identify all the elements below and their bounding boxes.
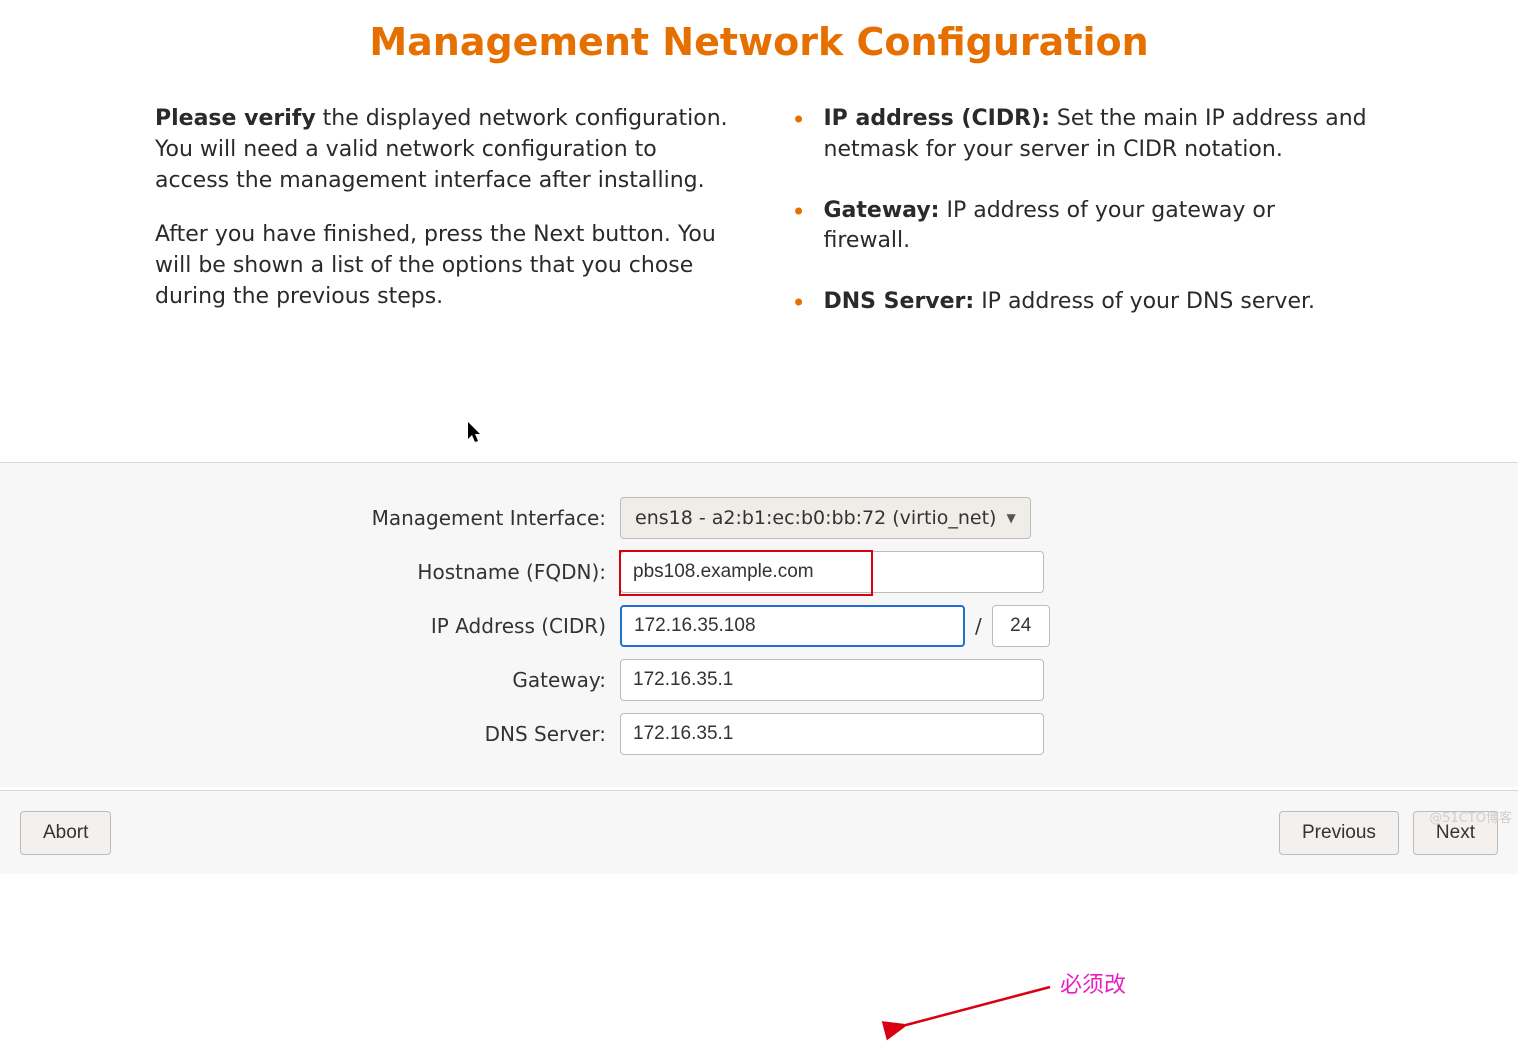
watermark-text: @51CTO博客 <box>1429 807 1512 826</box>
label-ip: IP Address (CIDR) <box>0 614 620 638</box>
label-hostname: Hostname (FQDN): <box>0 560 620 584</box>
cursor-icon <box>468 422 484 449</box>
cidr-slash: / <box>975 614 982 638</box>
gateway-input[interactable] <box>620 659 1044 701</box>
info-p1: Please verify the displayed network conf… <box>155 104 732 196</box>
interface-dropdown[interactable]: ens18 - a2:b1:ec:b0:bb:72 (virtio_net) ▼ <box>620 497 1031 539</box>
info-bullet-gateway: Gateway: IP address of your gateway or f… <box>792 196 1369 258</box>
annotation-overlay: 必须改 <box>900 1005 1060 1059</box>
row-gateway: Gateway: <box>0 653 1518 707</box>
row-ip: IP Address (CIDR) / <box>0 599 1518 653</box>
chevron-down-icon: ▼ <box>1006 511 1015 525</box>
cidr-input[interactable] <box>992 605 1050 647</box>
annotation-text: 必须改 <box>1060 967 1126 999</box>
interface-value: ens18 - a2:b1:ec:b0:bb:72 (virtio_net) <box>635 507 996 529</box>
info-p2: After you have finished, press the Next … <box>155 220 732 312</box>
bullet-bold: Gateway: <box>824 198 940 223</box>
info-bullet-ip: IP address (CIDR): Set the main IP addre… <box>792 104 1369 166</box>
footer-bar: Abort Previous Next <box>0 790 1518 874</box>
dns-input[interactable] <box>620 713 1044 755</box>
row-interface: Management Interface: ens18 - a2:b1:ec:b… <box>0 491 1518 545</box>
hostname-input[interactable] <box>620 551 1044 593</box>
info-p1-bold: Please verify <box>155 106 316 131</box>
previous-button[interactable]: Previous <box>1279 811 1399 855</box>
hostname-highlight <box>620 551 1044 593</box>
bullet-rest: IP address of your DNS server. <box>974 289 1315 314</box>
page-title: Management Network Configuration <box>0 0 1518 94</box>
info-panel: Please verify the displayed network conf… <box>0 94 1518 348</box>
bullet-bold: DNS Server: <box>824 289 975 314</box>
ip-input[interactable] <box>620 605 965 647</box>
label-dns: DNS Server: <box>0 722 620 746</box>
info-right: IP address (CIDR): Set the main IP addre… <box>792 104 1369 348</box>
abort-button[interactable]: Abort <box>20 811 111 855</box>
info-left: Please verify the displayed network conf… <box>155 104 732 348</box>
label-interface: Management Interface: <box>0 506 620 530</box>
form-area: Management Interface: ens18 - a2:b1:ec:b… <box>0 462 1518 787</box>
row-dns: DNS Server: <box>0 707 1518 761</box>
label-gateway: Gateway: <box>0 668 620 692</box>
bullet-bold: IP address (CIDR): <box>824 106 1050 131</box>
row-hostname: Hostname (FQDN): <box>0 545 1518 599</box>
info-bullet-dns: DNS Server: IP address of your DNS serve… <box>792 287 1369 318</box>
